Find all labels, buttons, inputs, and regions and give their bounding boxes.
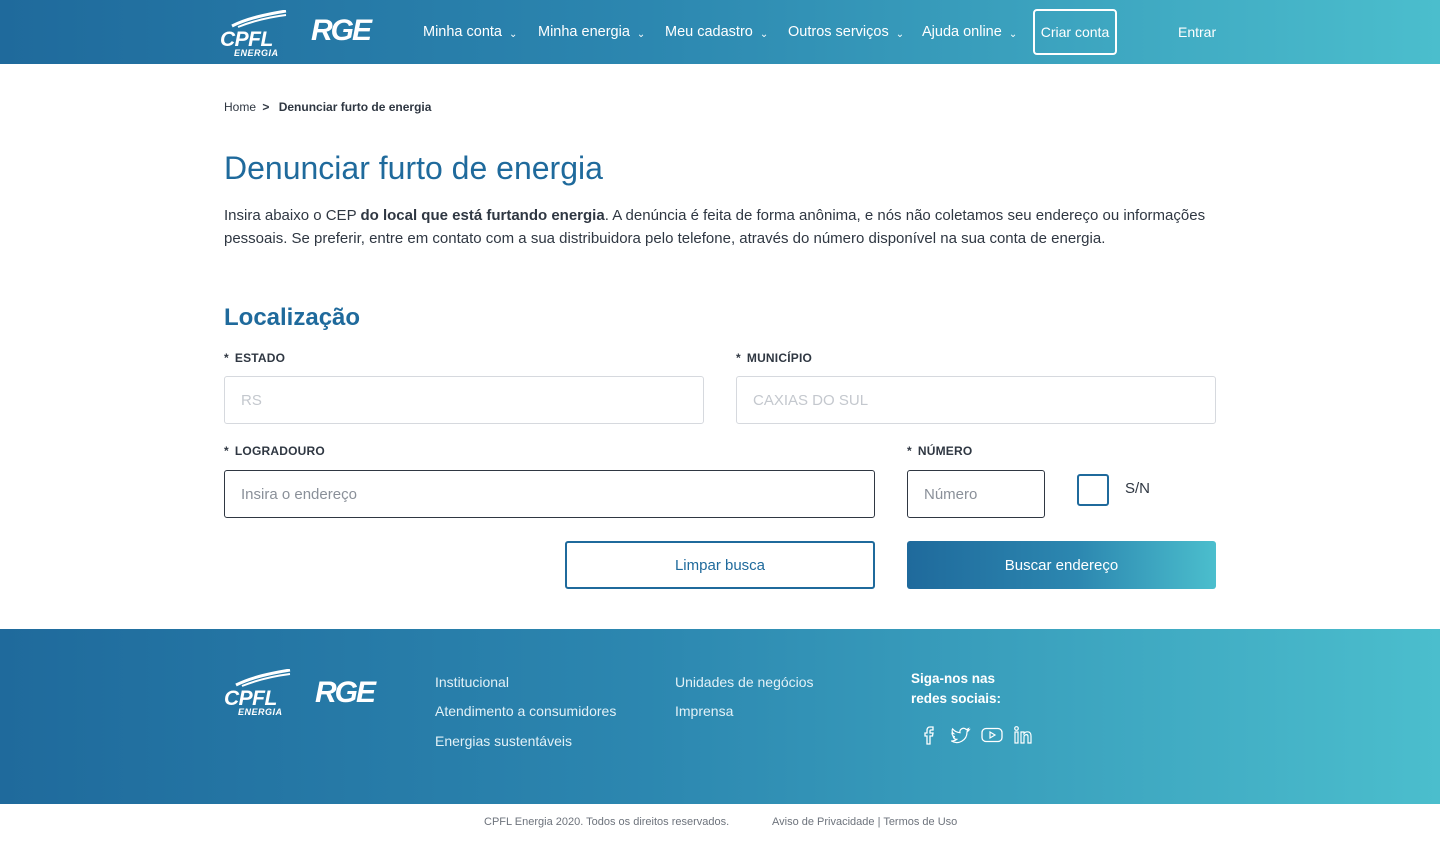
- legal-separator: |: [877, 816, 881, 828]
- copyright-text: CPFL Energia 2020. Todos os direitos res…: [484, 816, 730, 828]
- required-mark: *: [224, 444, 229, 458]
- required-mark: *: [224, 351, 229, 365]
- chevron-down-icon: ⌄: [636, 29, 646, 40]
- privacy-link[interactable]: Aviso de Privacidade: [772, 816, 875, 828]
- buscar-endereco-button[interactable]: Buscar endereço: [907, 541, 1216, 589]
- breadcrumb-home[interactable]: Home: [224, 100, 256, 114]
- logradouro-label: * LOGRADOURO: [224, 444, 325, 458]
- twitter-icon[interactable]: [948, 723, 972, 747]
- nav-ajuda-online[interactable]: Ajuda online ⌄: [922, 0, 1017, 64]
- footer-rge-logo[interactable]: RGE: [315, 676, 376, 710]
- numero-label-text: NÚMERO: [917, 444, 973, 458]
- nav-label: Minha conta: [423, 24, 502, 40]
- chevron-down-icon: ⌄: [1008, 29, 1018, 40]
- sn-checkbox[interactable]: [1077, 474, 1109, 506]
- estado-label: * ESTADO: [224, 351, 285, 365]
- site-header: CPFL ENERGIA RGE Minha conta ⌄ Minha ene…: [0, 0, 1440, 64]
- chevron-down-icon: ⌄: [759, 29, 769, 40]
- intro-text: Insira abaixo o CEP do local que está fu…: [224, 205, 1214, 250]
- footer-link-unidades[interactable]: Unidades de negócios: [675, 674, 814, 690]
- bottom-bar: CPFL Energia 2020. Todos os direitos res…: [0, 804, 1440, 860]
- estado-label-text: ESTADO: [234, 351, 286, 365]
- intro-bold: do local que está furtando energia: [360, 207, 605, 224]
- site-footer: CPFL ENERGIA RGE Institucional Atendimen…: [0, 629, 1440, 804]
- cpfl-swoosh-icon: [231, 10, 287, 28]
- required-mark: *: [907, 444, 912, 458]
- social-icons: [916, 723, 1036, 747]
- estado-field[interactable]: [224, 376, 704, 424]
- rge-logo[interactable]: RGE: [311, 14, 372, 48]
- required-mark: *: [736, 351, 741, 365]
- municipio-label: * MUNICÍPIO: [736, 351, 812, 365]
- facebook-icon[interactable]: [916, 723, 940, 747]
- linkedin-icon[interactable]: [1012, 723, 1036, 747]
- breadcrumb-current: Denunciar furto de energia: [278, 100, 432, 114]
- sn-checkbox-label: S/N: [1125, 480, 1151, 497]
- numero-label: * NÚMERO: [907, 444, 972, 458]
- page-title: Denunciar furto de energia: [224, 150, 603, 186]
- nav-minha-conta[interactable]: Minha conta ⌄: [423, 0, 517, 64]
- limpar-busca-button[interactable]: Limpar busca: [565, 541, 875, 589]
- nav-outros-servicos[interactable]: Outros serviços ⌄: [788, 0, 904, 64]
- nav-label: Outros serviços: [788, 24, 889, 40]
- footer-link-energias[interactable]: Energias sustentáveis: [435, 733, 572, 749]
- criar-conta-button[interactable]: Criar conta: [1033, 9, 1117, 55]
- nav-minha-energia[interactable]: Minha energia ⌄: [538, 0, 645, 64]
- section-title-localizacao: Localização: [224, 304, 361, 331]
- municipio-label-text: MUNICÍPIO: [746, 351, 813, 365]
- terms-link[interactable]: Termos de Uso: [883, 816, 957, 828]
- chevron-down-icon: ⌄: [895, 29, 905, 40]
- nav-label: Meu cadastro: [665, 24, 753, 40]
- chevron-down-icon: ⌄: [509, 29, 518, 40]
- cpfl-logo-subtext: ENERGIA: [234, 48, 279, 58]
- legal-links: Aviso de Privacidade | Termos de Uso: [772, 816, 957, 828]
- nav-label: Minha energia: [538, 24, 630, 40]
- footer-cpfl-logo-subtext: ENERGIA: [238, 707, 283, 717]
- cpfl-swoosh-icon: [235, 669, 291, 687]
- footer-cpfl-logo[interactable]: CPFL ENERGIA: [224, 667, 294, 717]
- intro-prefix: Insira abaixo o CEP: [224, 207, 361, 224]
- municipio-field[interactable]: [736, 376, 1216, 424]
- social-title: Siga-nos nas redes sociais:: [911, 671, 1002, 706]
- nav-label: Ajuda online: [922, 24, 1002, 40]
- nav-meu-cadastro[interactable]: Meu cadastro ⌄: [665, 0, 768, 64]
- logradouro-label-text: LOGRADOURO: [234, 444, 325, 458]
- cpfl-logo[interactable]: CPFL ENERGIA: [220, 8, 290, 58]
- numero-field[interactable]: [907, 470, 1045, 518]
- entrar-link[interactable]: Entrar: [1178, 0, 1216, 64]
- footer-link-imprensa[interactable]: Imprensa: [675, 703, 733, 719]
- youtube-icon[interactable]: [980, 723, 1004, 747]
- footer-link-atendimento[interactable]: Atendimento a consumidores: [435, 703, 616, 719]
- footer-link-institucional[interactable]: Institucional: [435, 674, 509, 690]
- logradouro-field[interactable]: [224, 470, 875, 518]
- breadcrumb-separator: >: [262, 100, 270, 114]
- breadcrumb: Home > Denunciar furto de energia: [224, 100, 431, 114]
